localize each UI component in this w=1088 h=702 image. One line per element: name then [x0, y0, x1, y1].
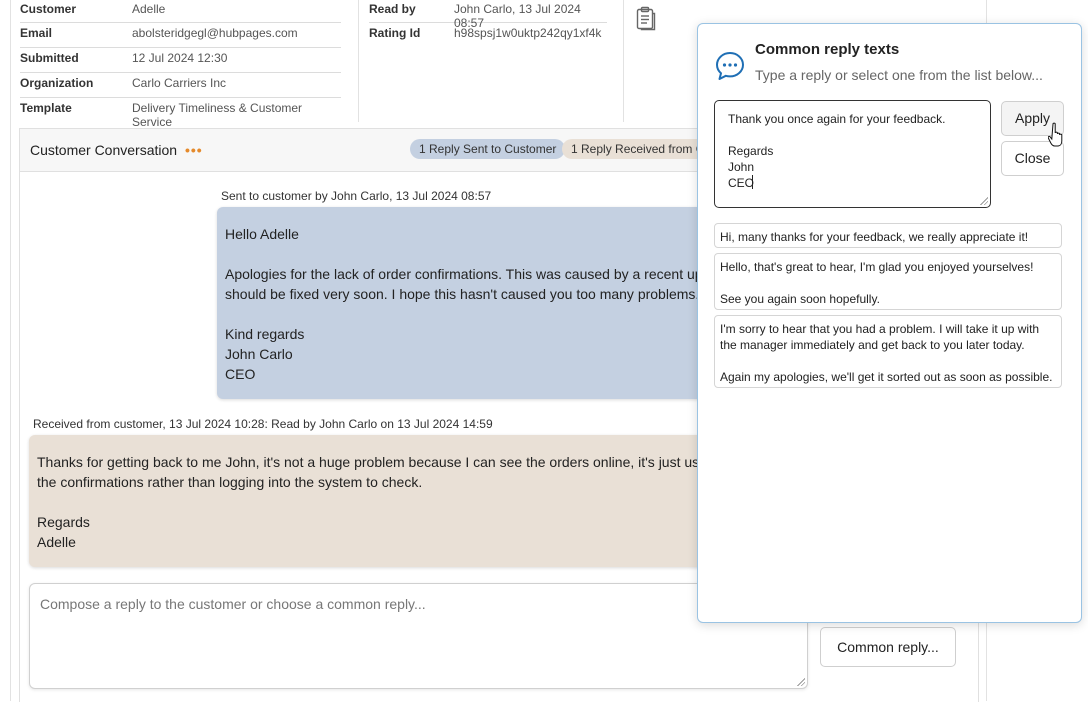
clipboard-copy-icon[interactable] — [634, 5, 658, 31]
message-line: Apologies for the lack of order confirma… — [225, 266, 703, 282]
detail-value: h98spsj1w0uktp242qy1xf4k — [454, 26, 602, 40]
resize-handle-icon[interactable] — [797, 678, 805, 686]
detail-value: Delivery Timeliness & Customer Service — [132, 101, 303, 129]
chat-bubble-icon — [714, 50, 746, 82]
detail-value: Adelle — [132, 2, 166, 16]
detail-row-read-by: Read by John Carlo, 13 Jul 2024 08:57 — [369, 0, 607, 30]
resize-handle-icon[interactable] — [980, 197, 988, 205]
detail-row-customer: Customer Adelle — [20, 0, 341, 23]
option-line: I'm sorry to hear that you had a problem… — [720, 322, 1040, 336]
sent-meta: Sent to customer by John Carlo, 13 Jul 2… — [221, 189, 492, 203]
detail-value: Carlo Carriers Inc — [132, 76, 227, 90]
more-options-icon[interactable]: ••• — [185, 142, 203, 158]
left-border — [10, 0, 11, 701]
received-message-bubble: Thanks for getting back to me John, it's… — [29, 435, 749, 567]
reply-textarea[interactable]: Thank you once again for your feedback. … — [714, 100, 991, 208]
option-line: the manager immediately and get back to … — [720, 338, 1025, 352]
detail-row-template: Template Delivery Timeliness & Customer … — [20, 97, 341, 129]
detail-row-rating-id: Rating Id h98spsj1w0uktp242qy1xf4k — [369, 22, 607, 47]
detail-label: Customer — [20, 2, 77, 16]
sent-message-bubble: Hello Adelle Apologies for the lack of o… — [217, 207, 737, 399]
message-line: should be fixed very soon. I hope this h… — [225, 286, 700, 302]
textarea-line: Thank you once again for your feedback. — [728, 112, 946, 126]
detail-label: Template — [20, 101, 72, 115]
message-line: the confirmations rather than logging in… — [37, 474, 423, 490]
reply-option-1[interactable]: Hi, many thanks for your feedback, we re… — [714, 223, 1062, 248]
common-reply-popup: Common reply texts Type a reply or selec… — [697, 23, 1082, 623]
message-line: John Carlo — [225, 346, 293, 362]
received-meta: Received from customer, 13 Jul 2024 10:2… — [33, 417, 493, 431]
text-cursor — [752, 175, 753, 189]
detail-value: abolsteridgegl@hubpages.com — [132, 26, 298, 40]
popup-title: Common reply texts — [755, 41, 900, 58]
option-line: Again my apologies, we'll get it sorted … — [720, 370, 1053, 384]
detail-value: 12 Jul 2024 12:30 — [132, 51, 228, 65]
option-line: See you again soon hopefully. — [720, 292, 880, 306]
popup-subtitle: Type a reply or select one from the list… — [755, 67, 1043, 83]
message-line: Kind regards — [225, 326, 305, 342]
details-divider — [358, 0, 359, 122]
details-divider-2 — [623, 0, 624, 122]
badge-replies-sent[interactable]: 1 Reply Sent to Customer — [410, 139, 566, 159]
message-line: Thanks for getting back to me John, it's… — [37, 454, 707, 470]
detail-label: Email — [20, 26, 53, 40]
message-line: Adelle — [37, 534, 76, 550]
hand-pointer-cursor-icon — [1047, 121, 1066, 149]
message-line: Hello Adelle — [225, 226, 299, 242]
detail-row-email: Email abolsteridgegl@hubpages.com — [20, 22, 341, 48]
option-line: Hi, many thanks for your feedback, we re… — [720, 230, 1029, 244]
common-reply-button[interactable]: Common reply... — [820, 627, 956, 667]
conversation-title: Customer Conversation — [30, 142, 178, 158]
message-line: Regards — [37, 514, 90, 530]
textarea-line: John — [728, 160, 755, 174]
detail-row-submitted: Submitted 12 Jul 2024 12:30 — [20, 47, 341, 73]
compose-placeholder: Compose a reply to the customer or choos… — [40, 596, 426, 612]
detail-label: Rating Id — [369, 26, 421, 40]
detail-label: Read by — [369, 2, 416, 16]
reply-option-3[interactable]: I'm sorry to hear that you had a problem… — [714, 315, 1062, 388]
textarea-line: CEO — [728, 176, 755, 190]
textarea-line: Regards — [728, 144, 774, 158]
message-line: CEO — [225, 366, 256, 382]
badge-replies-received[interactable]: 1 Reply Received from Cu — [562, 139, 698, 159]
detail-row-organization: Organization Carlo Carriers Inc — [20, 72, 341, 98]
option-line: Hello, that's great to hear, I'm glad yo… — [720, 260, 1034, 274]
reply-option-2[interactable]: Hello, that's great to hear, I'm glad yo… — [714, 253, 1062, 310]
detail-label: Organization — [20, 76, 94, 90]
compose-reply-textarea[interactable]: Compose a reply to the customer or choos… — [29, 583, 808, 689]
detail-label: Submitted — [20, 51, 79, 65]
